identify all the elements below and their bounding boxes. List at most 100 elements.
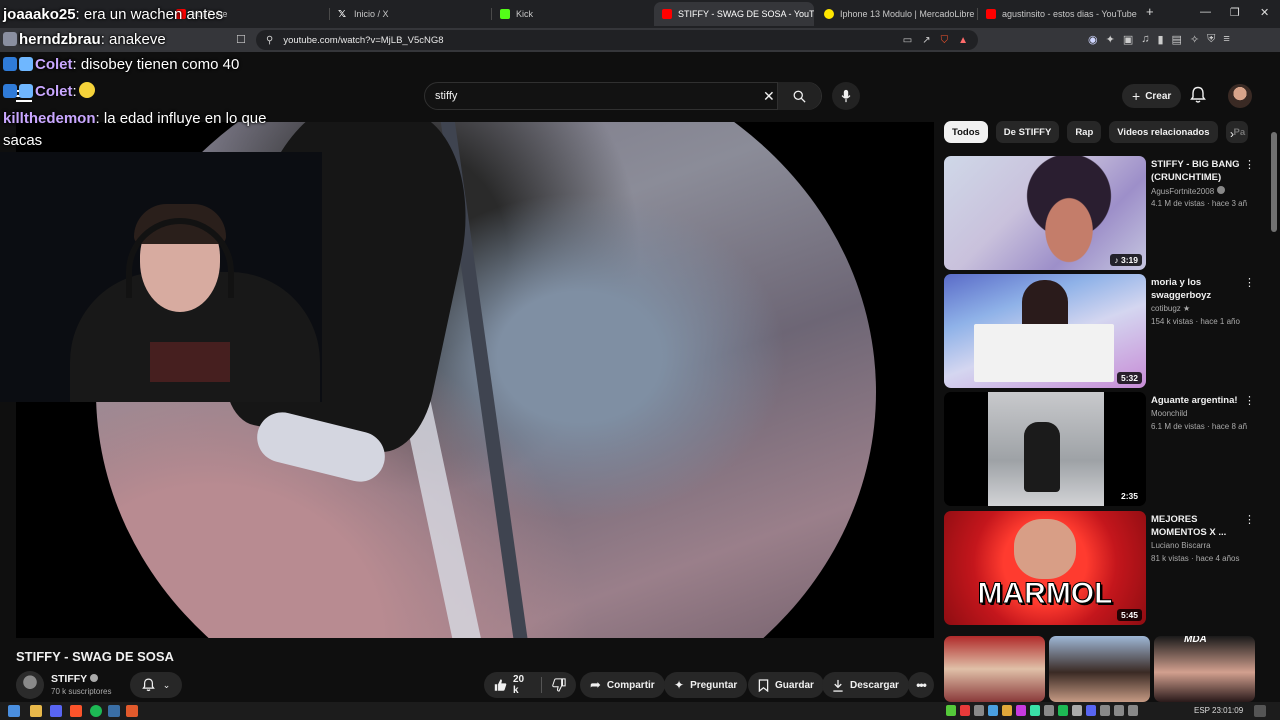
wifi-icon[interactable] xyxy=(1114,705,1124,716)
video-thumbnail[interactable]: 2:35 xyxy=(944,392,1146,506)
spotify-icon[interactable] xyxy=(90,705,102,717)
site-settings-icon[interactable]: ⚲ xyxy=(266,35,273,46)
tray-app-icon[interactable] xyxy=(1002,705,1012,716)
save-button[interactable]: Guardar xyxy=(748,672,824,698)
search-input[interactable] xyxy=(425,90,745,102)
discord-icon[interactable] xyxy=(50,705,62,717)
chip-related[interactable]: Videos relacionados xyxy=(1109,121,1218,143)
recommendation-channel[interactable]: Luciano Biscarra xyxy=(1151,541,1211,550)
menu-icon[interactable]: ≡ xyxy=(1223,33,1229,46)
restore-icon[interactable]: ❐ xyxy=(1230,6,1240,19)
tray-app-icon[interactable] xyxy=(974,705,984,716)
recommendation-meta: 4.1 M de vistas · hace 3 añ xyxy=(1151,199,1248,208)
download-button[interactable]: Descargar xyxy=(822,672,909,698)
tab-kick[interactable]: Kick xyxy=(492,2,652,26)
tray-app-icon[interactable] xyxy=(1016,705,1026,716)
video-thumbnail[interactable]: 5:32 xyxy=(944,274,1146,388)
brave-icon[interactable] xyxy=(70,705,82,717)
short-thumbnail[interactable]: MDA xyxy=(1154,636,1255,702)
tray-app-icon[interactable] xyxy=(946,705,956,716)
video-thumbnail[interactable]: ♪ 3:19 xyxy=(944,156,1146,270)
recommendation-item[interactable]: 5:32 moria y los swaggerboyz cotibugz ★ … xyxy=(944,274,1264,388)
vpn-icon[interactable]: ⛨ xyxy=(1207,33,1215,46)
notifications-button[interactable] xyxy=(1190,86,1206,109)
chip-all[interactable]: Todos xyxy=(944,121,988,143)
account-avatar[interactable] xyxy=(1228,84,1252,108)
channel-avatar[interactable] xyxy=(16,671,44,699)
app-icon[interactable] xyxy=(126,705,138,717)
recommendation-channel[interactable]: Moonchild xyxy=(1151,409,1187,418)
media-icon[interactable]: ♫ xyxy=(1141,33,1149,46)
recommendation-item[interactable]: ♪ 3:19 STIFFY - BIG BANG (CRUNCHTIME) Ag… xyxy=(944,156,1264,270)
volume-icon[interactable] xyxy=(1128,705,1138,716)
recommendation-title[interactable]: STIFFY - BIG BANG (CRUNCHTIME) xyxy=(1151,158,1241,184)
brave-rewards-icon[interactable]: ▲ xyxy=(958,35,968,46)
page-scrollbar[interactable] xyxy=(1271,122,1277,702)
more-vertical-icon[interactable]: ⋮ xyxy=(1244,276,1255,289)
close-window-icon[interactable]: ✕ xyxy=(1260,6,1269,19)
new-tab-button[interactable]: + xyxy=(1146,4,1154,19)
scroll-thumb[interactable] xyxy=(1271,132,1277,232)
steam-icon[interactable] xyxy=(108,705,120,717)
recommendation-title[interactable]: moria y los swaggerboyz xyxy=(1151,276,1241,302)
recommendation-item[interactable]: MARMOL 5:45 MEJORES MOMENTOS X ... Lucia… xyxy=(944,511,1264,625)
video-thumbnail[interactable]: MARMOL 5:45 xyxy=(944,511,1146,625)
address-bar[interactable]: ⚲ youtube.com/watch?v=MjLB_V5cNG8 ▭ ↗ ⛉ … xyxy=(256,30,978,50)
voice-search-button[interactable] xyxy=(832,82,860,110)
chat-username: joaaako25 xyxy=(3,6,76,23)
dislike-button[interactable] xyxy=(542,672,576,698)
chip-rap[interactable]: Rap xyxy=(1067,121,1102,143)
tray-app-icon[interactable] xyxy=(1058,705,1068,716)
search-button[interactable] xyxy=(777,82,821,110)
create-button[interactable]: + Crear xyxy=(1122,84,1182,108)
leo-ai-icon[interactable]: ✧ xyxy=(1190,33,1199,46)
sidebar-icon[interactable]: ▮ xyxy=(1157,33,1163,46)
audio-icon[interactable]: ◉ xyxy=(1088,33,1098,46)
share-icon[interactable]: ↗ xyxy=(922,35,930,46)
more-vertical-icon[interactable]: ⋮ xyxy=(1244,513,1255,526)
more-actions-button[interactable]: ••• xyxy=(908,672,934,698)
tab-mercadolibre[interactable]: Iphone 13 Modulo | MercadoLibre xyxy=(816,2,976,26)
tray-app-icon[interactable] xyxy=(1030,705,1040,716)
tray-app-icon[interactable] xyxy=(1086,705,1096,716)
short-thumbnail[interactable] xyxy=(1049,636,1150,702)
clock[interactable]: 23:01:09 xyxy=(1212,706,1243,715)
recommendation-item[interactable]: 2:35 Aguante argentina! Moonchild 6.1 M … xyxy=(944,392,1264,506)
more-vertical-icon[interactable]: ⋮ xyxy=(1244,394,1255,407)
tray-app-icon[interactable] xyxy=(1044,705,1054,716)
like-button[interactable]: 20 k xyxy=(484,672,541,698)
recommendation-channel[interactable]: AgusFortnite2008 xyxy=(1151,186,1226,196)
bookmark-icon[interactable]: ☐ xyxy=(236,33,246,46)
chip-truncated[interactable]: Pa xyxy=(1225,121,1248,143)
tray-app-icon[interactable] xyxy=(1072,705,1082,716)
tray-app-icon[interactable] xyxy=(988,705,998,716)
share-button[interactable]: ➦ Compartir xyxy=(580,672,665,698)
more-vertical-icon[interactable]: ⋮ xyxy=(1244,158,1255,171)
tab-x[interactable]: 𝕏 Inicio / X xyxy=(330,2,490,26)
channel-name[interactable]: STIFFY xyxy=(51,673,99,685)
tray-app-icon[interactable] xyxy=(1100,705,1110,716)
clear-search-icon[interactable]: ✕ xyxy=(763,88,775,105)
language-indicator[interactable]: ESP xyxy=(1194,706,1210,715)
start-icon[interactable] xyxy=(8,705,20,717)
wallet-icon[interactable]: ▤ xyxy=(1172,33,1182,46)
chip-from-channel[interactable]: De STIFFY xyxy=(995,121,1060,143)
recommendation-title[interactable]: Aguante argentina! xyxy=(1151,394,1241,407)
file-explorer-icon[interactable] xyxy=(30,705,42,717)
subscription-notifications-button[interactable]: ⌄ xyxy=(130,672,182,698)
recommendation-channel[interactable]: cotibugz ★ xyxy=(1151,304,1190,313)
tab-stiffy-active[interactable]: STIFFY - SWAG DE SOSA - YouTu ✕ xyxy=(654,2,814,26)
chat-badge-icon xyxy=(3,84,17,98)
notifications-center-icon[interactable] xyxy=(1254,705,1266,717)
minimize-icon[interactable]: — xyxy=(1200,6,1211,18)
cast-icon[interactable]: ▭ xyxy=(903,35,912,46)
short-thumbnail[interactable] xyxy=(944,636,1045,702)
tray-app-icon[interactable] xyxy=(960,705,970,716)
tab-agustinsito[interactable]: agustinsito - estos dias - YouTube xyxy=(978,2,1138,26)
brave-shield-icon[interactable]: ⛉ xyxy=(941,35,949,46)
screenshot-icon[interactable]: ▣ xyxy=(1123,33,1133,46)
chevron-right-icon[interactable]: › xyxy=(1230,127,1234,141)
recommendation-title[interactable]: MEJORES MOMENTOS X ... xyxy=(1151,513,1241,539)
ask-button[interactable]: ✦ Preguntar xyxy=(664,672,748,698)
extensions-icon[interactable]: ✦ xyxy=(1106,33,1115,46)
